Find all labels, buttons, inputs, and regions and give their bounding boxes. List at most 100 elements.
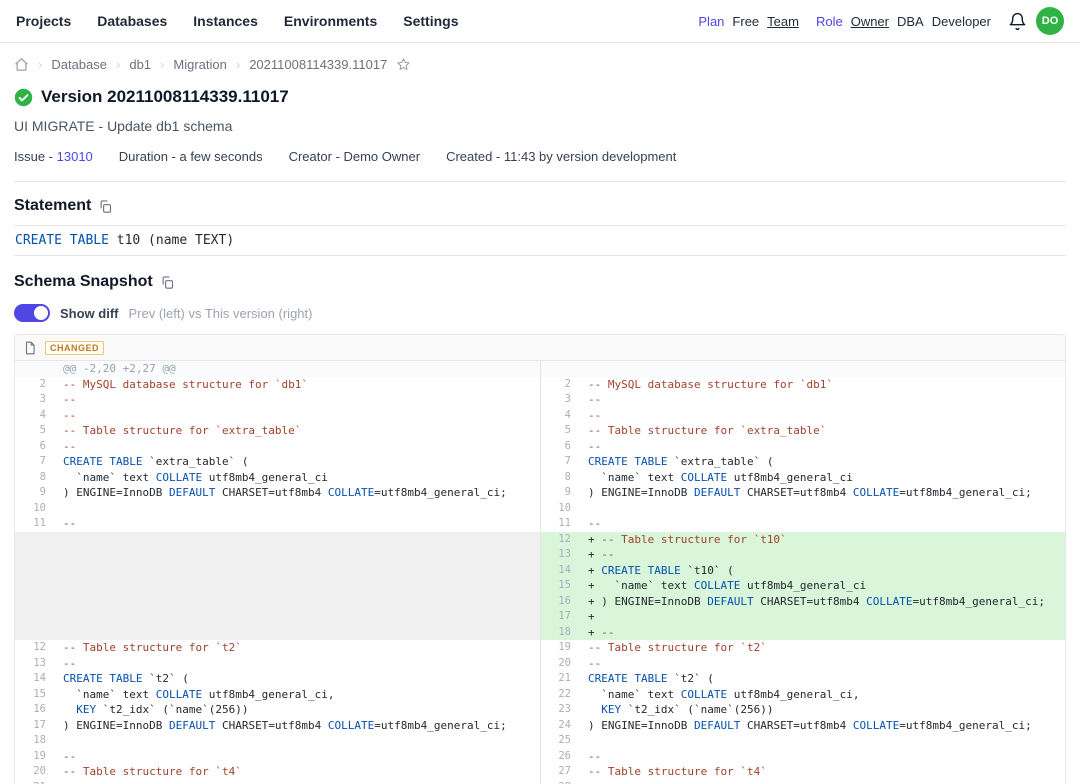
role-label: Role	[816, 14, 843, 29]
diff-line-number-left: 2	[15, 377, 53, 393]
diff-line-number-left: 7	[15, 454, 53, 470]
diff-line-number-right: 8	[540, 470, 578, 486]
changed-badge: CHANGED	[45, 341, 104, 355]
copy-statement-icon[interactable]	[98, 199, 113, 214]
role-developer[interactable]: Developer	[932, 14, 991, 29]
diff-line-left: `name` text COLLATE utf8mb4_general_ci	[53, 470, 540, 486]
diff-line-right: + -- Table structure for `t10`	[578, 532, 1065, 548]
diff-line-number-left: 13	[15, 656, 53, 672]
diff-line-number-right: 22	[540, 687, 578, 703]
nav-databases[interactable]: Databases	[97, 13, 167, 29]
diff-line-right: + `name` text COLLATE utf8mb4_general_ci	[578, 578, 1065, 594]
breadcrumb-separator: ›	[38, 57, 42, 72]
version-header: Version 20211008114339.11017	[14, 87, 1066, 107]
diff-line-number-left: 21	[15, 780, 53, 784]
statement-section: Statement CREATE TABLE t10 (name TEXT)	[14, 197, 1066, 256]
diff-line-right: --	[578, 408, 1065, 424]
diff-line-right: CREATE TABLE `t2` (	[578, 671, 1065, 687]
meta-creator: Creator - Demo Owner	[289, 149, 420, 164]
diff-line-left: --	[53, 439, 540, 455]
breadcrumb-migration[interactable]: Migration	[173, 57, 226, 72]
show-diff-label: Show diff	[60, 306, 119, 321]
diff-line-left	[53, 578, 540, 594]
diff-line-left: --	[53, 392, 540, 408]
diff-file-header: CHANGED	[15, 335, 1065, 361]
diff-line-number-left	[15, 547, 53, 563]
diff-grid: @@ -2,20 +2,27 @@2-- MySQL database stru…	[15, 361, 1065, 784]
breadcrumb-separator: ›	[160, 57, 164, 72]
schema-snapshot-section: Schema Snapshot Show diff Prev (left) vs…	[14, 273, 1066, 784]
diff-line-number-left: 20	[15, 764, 53, 780]
breadcrumb-separator: ›	[236, 57, 240, 72]
breadcrumb-database[interactable]: Database	[51, 57, 107, 72]
nav-right: Plan Free Team Role Owner DBA Developer …	[698, 7, 1064, 35]
notification-bell-icon[interactable]	[1008, 12, 1027, 31]
home-icon[interactable]	[14, 57, 29, 72]
role-dba[interactable]: DBA	[897, 14, 924, 29]
diff-line-right: --	[578, 392, 1065, 408]
diff-line-right	[578, 361, 1065, 377]
diff-line-number-right: 3	[540, 392, 578, 408]
diff-line-number-left: 3	[15, 392, 53, 408]
diff-line-right: KEY `t2_idx` (`name`(256))	[578, 702, 1065, 718]
diff-line-number-left: 6	[15, 439, 53, 455]
nav-instances[interactable]: Instances	[193, 13, 258, 29]
diff-line-number-right	[540, 361, 578, 377]
diff-line-number-left: 14	[15, 671, 53, 687]
success-check-icon	[14, 88, 33, 107]
diff-line-right: + --	[578, 547, 1065, 563]
diff-line-number-right: 2	[540, 377, 578, 393]
schema-diff-card: CHANGED @@ -2,20 +2,27 @@2-- MySQL datab…	[14, 334, 1066, 784]
diff-line-left	[53, 609, 540, 625]
meta-created: Created - 11:43 by version development	[446, 149, 676, 164]
star-icon[interactable]	[396, 57, 411, 72]
diff-line-number-right: 14	[540, 563, 578, 579]
diff-line-right: + CREATE TABLE `t10` (	[578, 563, 1065, 579]
diff-line-number-left	[15, 578, 53, 594]
diff-line-right: -- Table structure for `t4`	[578, 764, 1065, 780]
plan-free[interactable]: Free	[732, 14, 759, 29]
version-meta: Issue - 13010 Duration - a few seconds C…	[14, 149, 1066, 164]
diff-line-number-left	[15, 532, 53, 548]
diff-line-right: --	[578, 656, 1065, 672]
diff-line-number-right: 21	[540, 671, 578, 687]
diff-line-right: `name` text COLLATE utf8mb4_general_ci	[578, 470, 1065, 486]
diff-line-number-right: 7	[540, 454, 578, 470]
nav-settings[interactable]: Settings	[403, 13, 458, 29]
avatar[interactable]: DO	[1036, 7, 1064, 35]
statement-sql: CREATE TABLE t10 (name TEXT)	[14, 225, 1066, 256]
copy-snapshot-icon[interactable]	[160, 275, 175, 290]
breadcrumb-db1[interactable]: db1	[129, 57, 151, 72]
diff-line-number-right: 26	[540, 749, 578, 765]
diff-line-left: CREATE TABLE `t2` (	[53, 671, 540, 687]
snapshot-heading: Schema Snapshot	[14, 273, 153, 291]
diff-line-number-right: 6	[540, 439, 578, 455]
diff-line-number-left: 10	[15, 501, 53, 517]
diff-line-number-left: 17	[15, 718, 53, 734]
diff-line-number-left	[15, 609, 53, 625]
diff-line-number-left	[15, 594, 53, 610]
plan-team[interactable]: Team	[767, 14, 799, 29]
diff-line-right: + --	[578, 625, 1065, 641]
top-nav: Projects Databases Instances Environment…	[0, 0, 1080, 43]
diff-line-right: + ) ENGINE=InnoDB DEFAULT CHARSET=utf8mb…	[578, 594, 1065, 610]
nav-projects[interactable]: Projects	[16, 13, 71, 29]
toggle-knob	[34, 306, 48, 320]
diff-line-number-left: 18	[15, 733, 53, 749]
diff-line-left: --	[53, 656, 540, 672]
diff-line-left: @@ -2,20 +2,27 @@	[53, 361, 540, 377]
file-icon	[23, 341, 37, 355]
diff-line-right: ) ENGINE=InnoDB DEFAULT CHARSET=utf8mb4 …	[578, 485, 1065, 501]
diff-line-left	[53, 532, 540, 548]
diff-line-number-left: 5	[15, 423, 53, 439]
diff-line-number-right: 27	[540, 764, 578, 780]
diff-line-left: --	[53, 516, 540, 532]
nav-environments[interactable]: Environments	[284, 13, 377, 29]
role-owner[interactable]: Owner	[851, 14, 889, 29]
issue-link[interactable]: 13010	[57, 149, 93, 164]
diff-line-number-left	[15, 625, 53, 641]
diff-line-left: --	[53, 408, 540, 424]
diff-line-left: ) ENGINE=InnoDB DEFAULT CHARSET=utf8mb4 …	[53, 485, 540, 501]
diff-line-number-right: 11	[540, 516, 578, 532]
show-diff-toggle[interactable]	[14, 304, 50, 322]
